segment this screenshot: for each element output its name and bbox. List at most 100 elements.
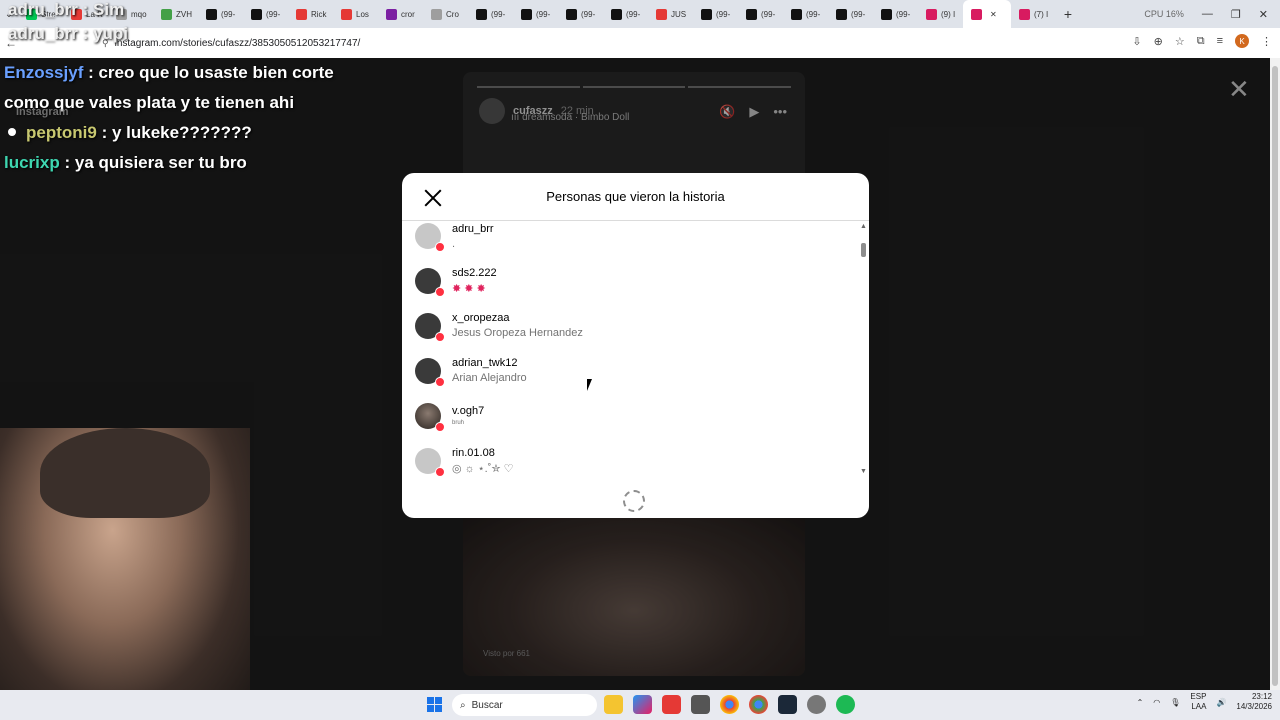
tray-chevron-icon[interactable]: ⌃: [1137, 698, 1144, 707]
tab-favicon-icon: [611, 8, 622, 20]
extensions-icon[interactable]: ⧉: [1197, 35, 1205, 48]
browser-tab[interactable]: Rick: [288, 0, 333, 28]
browser-tab[interactable]: ✕: [963, 0, 1011, 28]
steam-icon[interactable]: [778, 695, 797, 714]
tab-favicon-icon: [746, 8, 757, 20]
browser-tab[interactable]: (99-: [603, 0, 648, 28]
viewer-username[interactable]: rin.01.08: [452, 447, 514, 459]
chrome-icon[interactable]: [720, 695, 739, 714]
browser-tab[interactable]: (99-: [873, 0, 918, 28]
viewer-row[interactable]: adrian_twk12 Arian Alejandro: [402, 348, 862, 393]
viewer-avatar[interactable]: [415, 223, 445, 252]
chat-message: peptoni9 : y lukeke???????: [4, 118, 384, 148]
browser-tab[interactable]: (99-: [558, 0, 603, 28]
browser-tab[interactable]: (99-: [828, 0, 873, 28]
chat-message: Enzossjyf : creo que lo usaste bien cort…: [4, 58, 384, 88]
viewer-subtitle: Jesus Oropeza Hernandez: [452, 327, 583, 339]
settings-icon[interactable]: [807, 695, 826, 714]
restore-icon[interactable]: ❐: [1231, 8, 1241, 21]
viewer-avatar[interactable]: [415, 402, 445, 432]
tab-favicon-icon: [251, 8, 262, 20]
new-tab-button[interactable]: +: [1056, 6, 1080, 22]
tab-favicon-icon: [566, 8, 577, 20]
profile-avatar[interactable]: K: [1235, 34, 1249, 48]
tab-close-icon[interactable]: ✕: [990, 10, 997, 19]
browser-tab-strip: ⌄ Stre La Rmqo ZVH (99- (99- Rick Los cror Cro (9…: [0, 0, 1280, 28]
viewer-row[interactable]: adru_brr.: [402, 221, 862, 258]
browser-tab[interactable]: (9) I: [918, 0, 963, 28]
zoom-icon[interactable]: ⊕: [1154, 35, 1163, 48]
browser-tab[interactable]: (99-: [738, 0, 783, 28]
browser-tab[interactable]: (99-: [783, 0, 828, 28]
browser-tab[interactable]: (7) I: [1011, 0, 1056, 28]
menu-kebab-icon[interactable]: ⋮: [1261, 35, 1272, 48]
browser-tab[interactable]: (99-: [468, 0, 513, 28]
wifi-icon[interactable]: ◠: [1153, 698, 1160, 707]
viewer-info: adrian_twk12 Arian Alejandro: [452, 357, 527, 384]
tab-favicon-icon: [881, 8, 892, 20]
browser-tab[interactable]: (99-: [198, 0, 243, 28]
modal-header: Personas que vieron la historia: [402, 173, 869, 221]
viewer-username[interactable]: x_oropezaa: [452, 312, 583, 324]
browser-tab[interactable]: (99-: [513, 0, 558, 28]
tab-label: (99-: [851, 9, 866, 19]
install-app-icon[interactable]: ⇩: [1132, 35, 1141, 48]
omnibox[interactable]: ⚲ instagram.com/stories/cufaszz/38530505…: [102, 32, 1102, 54]
url-text[interactable]: instagram.com/stories/cufaszz/3853050512…: [115, 38, 361, 49]
browser-tab[interactable]: Los: [333, 0, 378, 28]
wps-icon[interactable]: [662, 695, 681, 714]
clock[interactable]: 23:12 14/3/2026: [1236, 692, 1272, 712]
chrome-active-icon[interactable]: [749, 695, 768, 714]
viewer-row[interactable]: rin.01.08 ◎ ☼ ⋆.˚✮ ♡: [402, 438, 862, 479]
store-icon[interactable]: [691, 695, 710, 714]
viewer-subtitle: Arian Alejandro: [452, 372, 527, 384]
close-window-icon[interactable]: ✕: [1259, 8, 1268, 21]
tab-label: JUS: [671, 9, 687, 19]
copilot-icon[interactable]: [633, 695, 652, 714]
tab-favicon-icon: [836, 8, 847, 20]
tab-label: ZVH: [176, 9, 192, 19]
spotify-icon[interactable]: [836, 695, 855, 714]
minimize-icon[interactable]: —: [1202, 8, 1213, 20]
viewer-avatar[interactable]: [415, 357, 445, 387]
viewer-row[interactable]: sds2.222 ✸ ✸ ✸: [402, 258, 862, 303]
browser-tab[interactable]: Cro: [423, 0, 468, 28]
tab-favicon-icon: [656, 8, 667, 20]
viewer-username[interactable]: v.ogh7: [452, 405, 484, 417]
scroll-up-icon[interactable]: ▲: [860, 223, 867, 230]
media-controls-icon[interactable]: ≡: [1217, 35, 1223, 47]
viewer-info: sds2.222 ✸ ✸ ✸: [452, 267, 497, 295]
tab-favicon-icon: [701, 8, 712, 20]
page-scrollbar[interactable]: [1270, 58, 1280, 690]
viewer-avatar[interactable]: [415, 267, 445, 297]
close-modal-icon[interactable]: [422, 187, 444, 209]
lang-layout: LAA: [1191, 702, 1207, 711]
mic-icon[interactable]: 🎙: [1170, 698, 1180, 707]
tab-favicon-icon: [206, 8, 217, 20]
viewer-username[interactable]: sds2.222: [452, 267, 497, 279]
viewer-row[interactable]: v.ogh7 bruh: [402, 393, 862, 438]
bullet-icon: [8, 128, 16, 136]
file-explorer-icon[interactable]: [604, 695, 623, 714]
stream-caption-second: adru_brr : yupi: [8, 24, 128, 43]
browser-tab[interactable]: JUS: [648, 0, 693, 28]
viewer-avatar[interactable]: [415, 312, 445, 342]
tab-label: (99-: [806, 9, 821, 19]
tab-label: (7) I: [1034, 9, 1049, 19]
viewer-username[interactable]: adrian_twk12: [452, 357, 527, 369]
viewer-row[interactable]: x_oropezaa Jesus Oropeza Hernandez: [402, 303, 862, 348]
browser-tab[interactable]: (99-: [693, 0, 738, 28]
windows-start-icon[interactable]: [427, 697, 442, 712]
volume-icon[interactable]: 🔊: [1216, 698, 1226, 707]
scroll-down-icon[interactable]: ▼: [860, 468, 867, 475]
viewer-avatar[interactable]: [415, 447, 445, 477]
tab-label: (99-: [266, 9, 281, 19]
browser-tab[interactable]: cror: [378, 0, 423, 28]
lang-indicator[interactable]: ESP LAA: [1190, 692, 1206, 712]
taskbar-search[interactable]: ⌕ Buscar: [452, 694, 597, 716]
viewer-list-scrollbar[interactable]: ▲ ▼: [860, 223, 867, 475]
browser-tab[interactable]: (99-: [243, 0, 288, 28]
browser-tab[interactable]: ZVH: [153, 0, 198, 28]
bookmark-star-icon[interactable]: ☆: [1175, 35, 1185, 48]
viewer-username[interactable]: adru_brr: [452, 223, 494, 235]
